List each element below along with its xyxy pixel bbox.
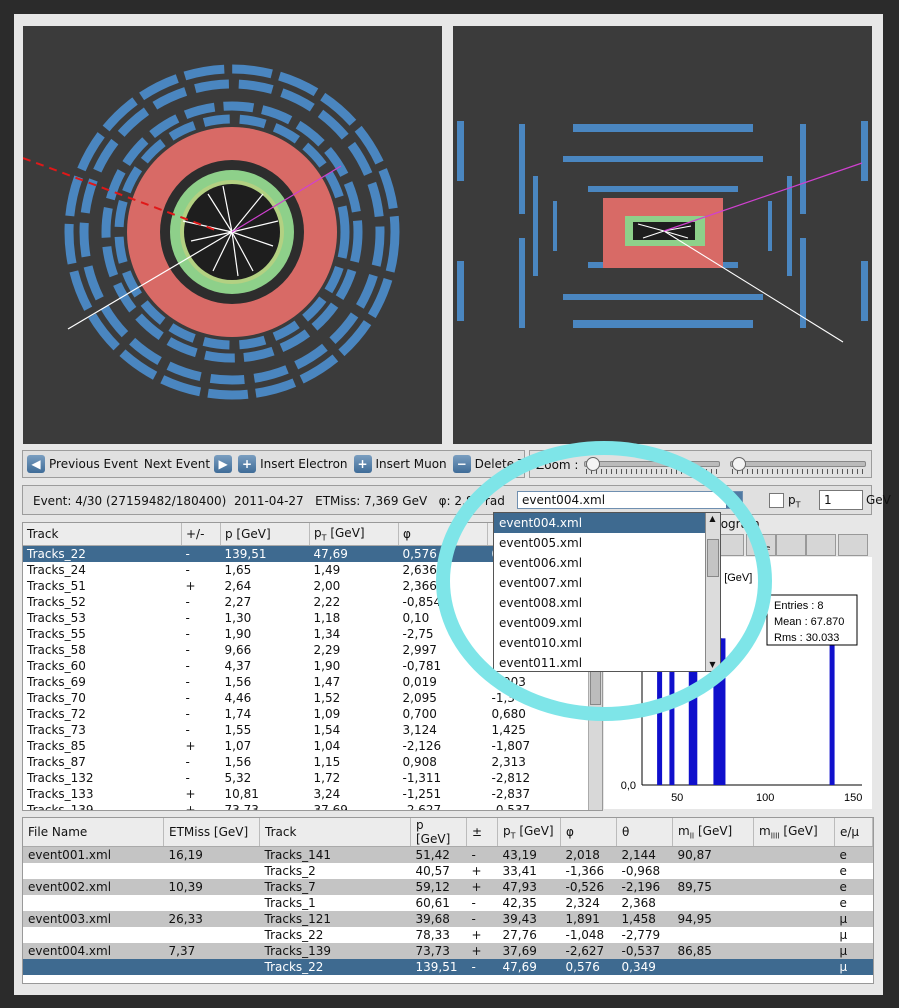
col-particle[interactable]: e/μ (834, 818, 873, 847)
pt-threshold-input[interactable]: 1 (819, 490, 863, 510)
plus-icon: + (353, 455, 372, 473)
y-tick-label: 0,0 (621, 780, 636, 792)
table-row[interactable]: event003.xml 26,33 Tracks_121 39,68-39,43 1,… (23, 911, 873, 927)
tab-m4[interactable] (838, 534, 868, 556)
arrow-left-icon: ◀ (27, 455, 45, 473)
detector-view-longitudinal[interactable] (453, 26, 872, 444)
col-mll[interactable]: mll [GeV] (672, 818, 754, 847)
highlight-circle (436, 441, 772, 721)
col-p[interactable]: p [GeV] (410, 818, 467, 847)
tab-m3[interactable] (806, 534, 836, 556)
table-row[interactable]: Tracks_85 +1,07 1,04 -2,126 -1,807 (23, 738, 589, 754)
table-row[interactable]: Tracks_2 40,57 +33,41 -1,366 -0,968 e (23, 863, 873, 879)
col-p[interactable]: p [GeV] (220, 523, 310, 546)
event-toolbar: ◀ Previous Event Next Event ▶ + Insert E… (22, 450, 525, 478)
stats-rms: Rms : 30.033 (774, 632, 839, 644)
col-phi[interactable]: φ (560, 818, 617, 847)
col-charge[interactable]: ± (466, 818, 498, 847)
table-row[interactable]: Tracks_22 139,51-47,69 0,576 0,349 μ (23, 959, 873, 975)
stats-mean: Mean : 67.870 (774, 616, 844, 628)
x-tick-label: 50 (671, 792, 683, 804)
pt-label: pT (788, 493, 801, 510)
detector-view-transverse[interactable] (23, 26, 442, 444)
x-tick-label: 150 (844, 792, 862, 804)
x-tick-label: 100 (756, 792, 774, 804)
stats-entries: Entries : 8 (774, 600, 824, 612)
table-row[interactable]: Tracks_132-5,32 1,72 -1,311 -2,812 (23, 770, 589, 786)
table-row[interactable]: Tracks_73-1,55 1,54 3,124 1,425 (23, 722, 589, 738)
col-filename[interactable]: File Name (23, 818, 164, 847)
previous-event-button[interactable]: ◀ Previous Event (27, 455, 138, 473)
col-etmiss[interactable]: ETMiss [GeV] (163, 818, 260, 847)
results-table: File Name ETMiss [GeV] Track p [GeV] ± p… (22, 817, 874, 984)
pt-unit: GeV (866, 493, 891, 507)
table-row[interactable]: Tracks_1 60,61-42,35 2,324 2,368 e (23, 895, 873, 911)
col-theta[interactable]: θ (616, 818, 673, 847)
table-row[interactable]: event001.xml 16,19 Tracks_141 51,42-43,19 2,… (23, 846, 873, 863)
col-pt[interactable]: pT [GeV] (497, 818, 561, 847)
col-track[interactable]: Track (259, 818, 411, 847)
zoom-slider-right[interactable] (730, 457, 866, 474)
arrow-right-icon: ▶ (214, 455, 233, 473)
col-track[interactable]: Track (23, 523, 182, 546)
histogram-bar (829, 638, 835, 785)
insert-electron-button[interactable]: + Insert Electron (238, 455, 348, 473)
minus-icon: − (452, 455, 471, 473)
table-row[interactable]: Tracks_139 +73,73 37,69 -2,627 -0,537 (23, 802, 589, 810)
next-event-button[interactable]: Next Event ▶ (144, 455, 233, 473)
table-row[interactable]: event002.xml 10,39 Tracks_7 59,12 +47,93 -0,5… (23, 879, 873, 895)
table-row[interactable]: event004.xml 7,37 Tracks_139 73,73 +37,69 -2,… (23, 943, 873, 959)
event-info: Event: 4/30 (27159482/180400) 2011-04-27… (33, 494, 505, 508)
col-pt[interactable]: pT [GeV] (309, 523, 399, 546)
table-row[interactable]: Tracks_87-1,56 1,15 0,908 2,313 (23, 754, 589, 770)
table-row[interactable]: Tracks_22 78,33 +27,76 -1,048 -2,779 μ (23, 927, 873, 943)
table-row[interactable]: Tracks_72-1,74 1,09 0,700 0,680 (23, 706, 589, 722)
col-charge[interactable]: +/- (181, 523, 221, 546)
insert-muon-button[interactable]: + Insert Muon (353, 455, 447, 473)
col-mllll[interactable]: mllll [GeV] (753, 818, 835, 847)
pt-filter-checkbox[interactable] (769, 493, 784, 508)
tab-m2[interactable] (776, 534, 806, 556)
table-row[interactable]: Tracks_133 +10,81 3,24 -1,251 -2,837 (23, 786, 589, 802)
plus-icon: + (238, 455, 257, 473)
